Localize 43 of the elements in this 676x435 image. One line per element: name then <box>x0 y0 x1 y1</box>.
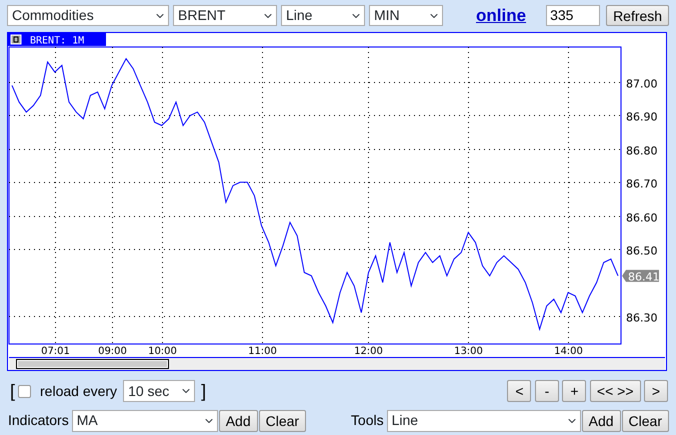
previous-button[interactable]: < <box>507 380 532 402</box>
reload-checkbox[interactable] <box>18 384 32 398</box>
y-axis-label: 86.70 <box>626 177 658 190</box>
interval-select[interactable]: MIN <box>369 5 443 26</box>
symbol-select[interactable]: BRENT <box>173 5 277 26</box>
y-axis-label: 87.00 <box>626 77 658 90</box>
x-axis-label: 09:00 <box>98 346 127 356</box>
indicators-select[interactable]: MA <box>72 410 218 432</box>
y-axis-label: 86.60 <box>626 211 658 224</box>
clear-button[interactable]: Clear <box>622 410 669 432</box>
add-button[interactable]: Add <box>582 410 621 432</box>
category-select[interactable]: Commodities <box>7 5 169 26</box>
tools-label: Tools <box>350 411 384 430</box>
next-button[interactable]: > <box>644 380 668 402</box>
x-axis-label: 13:00 <box>454 346 483 356</box>
x-axis-label: 10:00 <box>148 346 177 356</box>
last-price-tag: 86.41 <box>622 269 660 283</box>
chart-type-select[interactable]: Line <box>281 5 365 26</box>
tools-select[interactable]: Line <box>386 410 581 432</box>
zoom-out-button[interactable]: - <box>534 380 559 402</box>
x-axis-label: 11:00 <box>248 346 277 356</box>
y-axis-label: 86.30 <box>626 311 658 324</box>
fit-button[interactable]: << >> <box>590 380 640 402</box>
bracket: ] <box>201 380 206 403</box>
count-field[interactable]: 335 <box>546 5 600 26</box>
y-axis-label: 86.90 <box>626 110 658 123</box>
scrollbar-thumb[interactable] <box>16 358 169 368</box>
reload-interval-select[interactable]: 10 sec <box>123 380 196 402</box>
reload-label: reload every <box>40 382 118 401</box>
online-link[interactable]: online <box>476 3 526 28</box>
clear-button[interactable]: Clear <box>258 410 306 432</box>
bracket: [ <box>10 380 16 403</box>
x-axis-label: 07:01 <box>41 346 70 356</box>
y-axis-label: 86.80 <box>626 144 658 157</box>
add-button[interactable]: Add <box>218 410 258 432</box>
window-icon[interactable] <box>10 34 22 44</box>
indicators-label: Indicators <box>8 411 69 430</box>
zoom-in-button[interactable]: + <box>562 380 586 402</box>
y-axis-label: 86.50 <box>626 244 658 257</box>
chart-title: BRENT: 1M <box>30 35 84 46</box>
x-axis-label: 14:00 <box>554 346 583 356</box>
x-axis-label: 12:00 <box>354 346 383 356</box>
refresh-button[interactable]: Refresh <box>606 5 670 26</box>
